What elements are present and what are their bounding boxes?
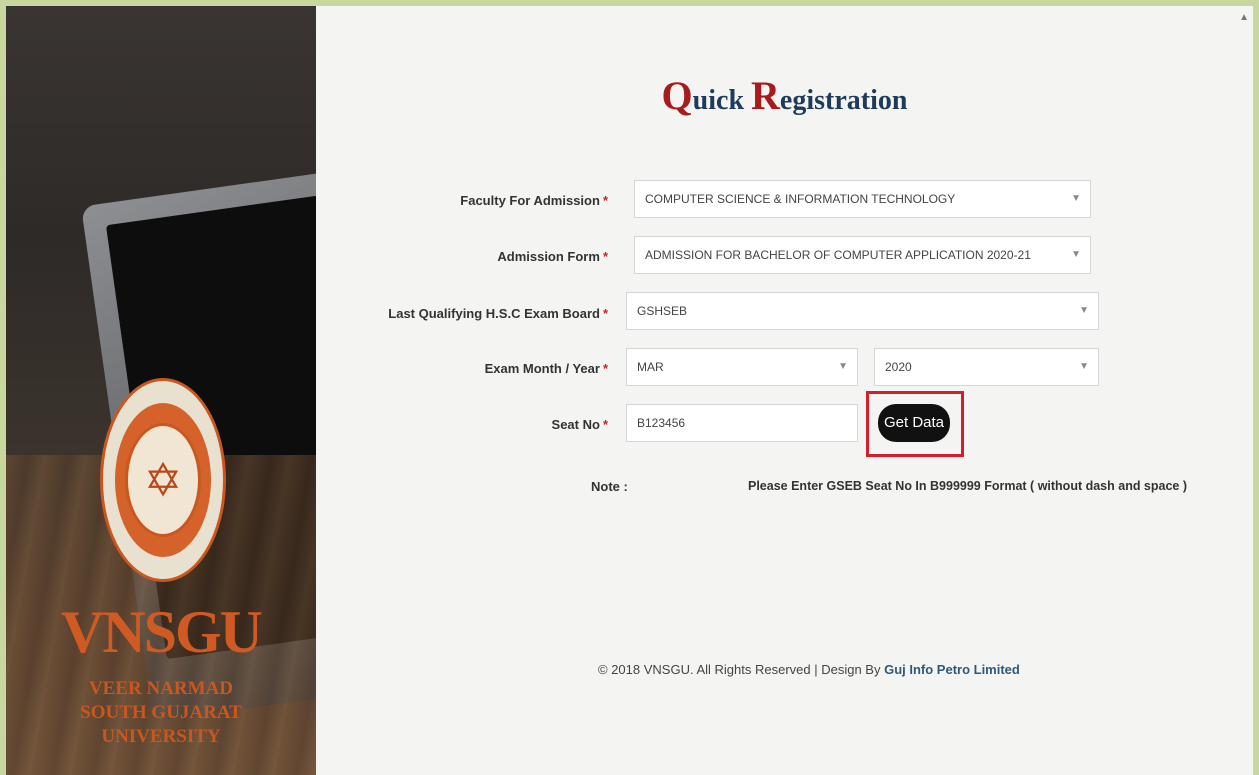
- exam-month-select[interactable]: MAR ▼: [626, 348, 858, 386]
- brand-line-3: UNIVERSITY: [101, 726, 221, 747]
- page-title: Quick Registration: [661, 73, 908, 118]
- footer: © 2018 VNSGU. All Rights Reserved | Desi…: [598, 662, 1020, 677]
- chevron-down-icon: ▼: [1071, 249, 1081, 260]
- exam-board-select[interactable]: GSHSEB ▼: [626, 292, 1099, 330]
- brand-logo-text: VNSGU: [60, 599, 263, 665]
- chevron-down-icon: ▼: [1071, 193, 1081, 204]
- page-frame: ✡ VNSGU VEER NARMAD SOUTH GUJARAT UNIVER…: [6, 6, 1253, 775]
- exam-year-select[interactable]: 2020 ▼: [874, 348, 1099, 386]
- brand-line-2: SOUTH GUJARAT: [80, 702, 242, 723]
- seat-no-input[interactable]: B123456: [626, 404, 858, 442]
- chevron-down-icon: ▼: [838, 361, 848, 372]
- scroll-up-icon[interactable]: ▲: [1239, 12, 1249, 23]
- faculty-label: Faculty For Admission *: [460, 193, 608, 208]
- footer-designer-link[interactable]: Guj Info Petro Limited: [884, 662, 1020, 677]
- exam-month-year-label: Exam Month / Year *: [484, 361, 608, 376]
- chevron-down-icon: ▼: [1079, 305, 1089, 316]
- admission-form-label: Admission Form *: [497, 249, 608, 264]
- university-seal-icon: ✡: [100, 378, 226, 582]
- chevron-down-icon: ▼: [1079, 361, 1089, 372]
- note-text: Please Enter GSEB Seat No In B999999 For…: [748, 479, 1188, 493]
- seat-no-label: Seat No *: [551, 417, 608, 432]
- faculty-select[interactable]: COMPUTER SCIENCE & INFORMATION TECHNOLOG…: [634, 180, 1091, 218]
- brand-line-1: VEER NARMAD: [88, 678, 234, 699]
- get-data-button[interactable]: Get Data: [878, 404, 950, 442]
- sidebar-banner: ✡ VNSGU VEER NARMAD SOUTH GUJARAT UNIVER…: [6, 6, 316, 775]
- highlight-box: Get Data: [866, 391, 964, 457]
- note-label: Note :: [591, 479, 628, 494]
- admission-form-select[interactable]: ADMISSION FOR BACHELOR OF COMPUTER APPLI…: [634, 236, 1091, 274]
- star-emblem-icon: ✡: [143, 454, 183, 506]
- exam-board-label: Last Qualifying H.S.C Exam Board *: [388, 306, 608, 321]
